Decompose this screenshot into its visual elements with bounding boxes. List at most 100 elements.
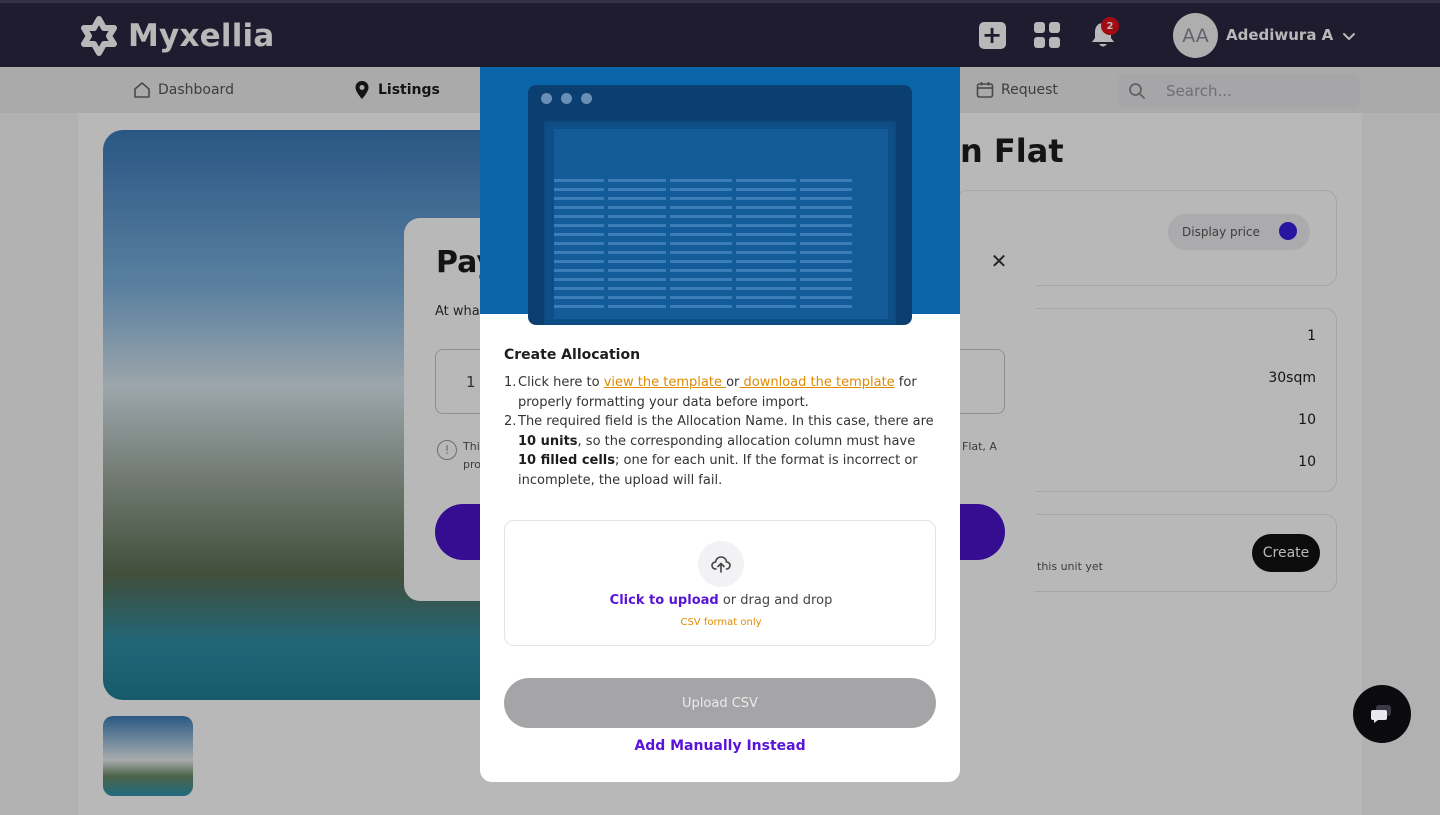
- spreadsheet-cell: [736, 242, 796, 245]
- spreadsheet-cell: [554, 242, 604, 245]
- spreadsheet-row: [554, 188, 888, 191]
- upload-csv-button[interactable]: Upload CSV: [504, 678, 936, 728]
- browser-window-illustration: [528, 85, 912, 325]
- spreadsheet-cell: [608, 296, 666, 299]
- spreadsheet-cell: [800, 179, 852, 182]
- spreadsheet-row: [554, 296, 888, 299]
- spreadsheet-row: [554, 206, 888, 209]
- step1-before: Click here to: [518, 375, 604, 390]
- spreadsheet-cell: [608, 305, 666, 308]
- spreadsheet-cell: [670, 269, 732, 272]
- spreadsheet-cell: [554, 206, 604, 209]
- create-allocation-modal: Create Allocation 1. Click here to view …: [480, 67, 960, 782]
- step2-text-a: The required field is the Allocation Nam…: [518, 414, 934, 429]
- step-number: 1.: [504, 375, 517, 390]
- upload-instructions: Click to upload or drag and drop: [505, 593, 937, 608]
- spreadsheet-cell: [736, 278, 796, 281]
- step-number: 2.: [504, 414, 517, 429]
- spreadsheet-row: [554, 278, 888, 281]
- spreadsheet-row: [554, 269, 888, 272]
- spreadsheet-cell: [736, 188, 796, 191]
- instruction-list: 1. Click here to view the template or do…: [504, 373, 936, 490]
- spreadsheet-row: [554, 251, 888, 254]
- spreadsheet-rows: [554, 179, 888, 319]
- spreadsheet-cell: [554, 197, 604, 200]
- spreadsheet-cell: [800, 260, 852, 263]
- spreadsheet-cell: [800, 224, 852, 227]
- window-dot: [541, 93, 552, 104]
- spreadsheet-cell: [736, 260, 796, 263]
- spreadsheet-cell: [670, 287, 732, 290]
- download-template-link[interactable]: download the template: [739, 375, 895, 390]
- chat-bubble-icon: [1371, 705, 1391, 723]
- csv-dropzone[interactable]: Click to upload or drag and drop CSV for…: [504, 520, 936, 646]
- spreadsheet-cell: [608, 224, 666, 227]
- spreadsheet-cell: [800, 269, 852, 272]
- spreadsheet-cell: [736, 287, 796, 290]
- spreadsheet-row: [554, 305, 888, 308]
- format-note: CSV format only: [680, 617, 762, 628]
- spreadsheet-cell: [670, 233, 732, 236]
- step2-text-b: , so the corresponding allocation column…: [577, 433, 916, 449]
- spreadsheet-cell: [554, 296, 604, 299]
- spreadsheet-cell: [736, 224, 796, 227]
- spreadsheet-cell: [670, 215, 732, 218]
- spreadsheet-cell: [608, 287, 666, 290]
- spreadsheet-frame: [544, 121, 896, 325]
- spreadsheet-cell: [554, 251, 604, 254]
- drag-drop-text: or drag and drop: [718, 593, 833, 608]
- spreadsheet-panel: [554, 129, 888, 319]
- spreadsheet-cell: [800, 242, 852, 245]
- spreadsheet-cell: [800, 278, 852, 281]
- spreadsheet-row: [554, 260, 888, 263]
- instruction-step-1: 1. Click here to view the template or do…: [504, 373, 936, 412]
- spreadsheet-cell: [554, 305, 604, 308]
- spreadsheet-row: [554, 215, 888, 218]
- click-to-upload-link[interactable]: Click to upload: [610, 593, 719, 608]
- spreadsheet-row: [554, 179, 888, 182]
- spreadsheet-cell: [554, 278, 604, 281]
- add-manually-link[interactable]: Add Manually Instead: [480, 738, 960, 754]
- step-text: Click here to view the template or downl…: [518, 373, 936, 412]
- spreadsheet-cell: [608, 188, 666, 191]
- spreadsheet-cell: [800, 287, 852, 290]
- spreadsheet-cell: [554, 260, 604, 263]
- upload-cloud-icon: [698, 541, 744, 587]
- spreadsheet-cell: [736, 233, 796, 236]
- spreadsheet-cell: [800, 305, 852, 308]
- spreadsheet-cell: [670, 296, 732, 299]
- spreadsheet-cell: [554, 233, 604, 236]
- step1-or: or: [726, 375, 740, 390]
- spreadsheet-row: [554, 224, 888, 227]
- spreadsheet-cell: [800, 215, 852, 218]
- spreadsheet-cell: [608, 251, 666, 254]
- spreadsheet-cell: [554, 287, 604, 290]
- spreadsheet-cell: [800, 197, 852, 200]
- spreadsheet-cell: [670, 206, 732, 209]
- spreadsheet-cell: [670, 197, 732, 200]
- chat-button[interactable]: [1353, 685, 1411, 743]
- spreadsheet-cell: [670, 224, 732, 227]
- spreadsheet-cell: [608, 215, 666, 218]
- units-count: 10 units: [518, 433, 578, 449]
- window-dot: [561, 93, 572, 104]
- filled-cells-count: 10 filled cells: [518, 453, 615, 468]
- spreadsheet-illustration: [480, 67, 960, 325]
- spreadsheet-cell: [608, 197, 666, 200]
- spreadsheet-row: [554, 197, 888, 200]
- spreadsheet-cell: [670, 188, 732, 191]
- spreadsheet-cell: [800, 296, 852, 299]
- spreadsheet-cell: [736, 179, 796, 182]
- spreadsheet-row: [554, 233, 888, 236]
- step-text: The required field is the Allocation Nam…: [518, 412, 936, 490]
- spreadsheet-cell: [608, 179, 666, 182]
- spreadsheet-cell: [670, 179, 732, 182]
- spreadsheet-cell: [554, 179, 604, 182]
- spreadsheet-cell: [800, 206, 852, 209]
- spreadsheet-cell: [736, 251, 796, 254]
- spreadsheet-cell: [670, 242, 732, 245]
- view-template-link[interactable]: view the template: [604, 375, 726, 390]
- spreadsheet-cell: [800, 251, 852, 254]
- spreadsheet-cell: [554, 224, 604, 227]
- spreadsheet-row: [554, 242, 888, 245]
